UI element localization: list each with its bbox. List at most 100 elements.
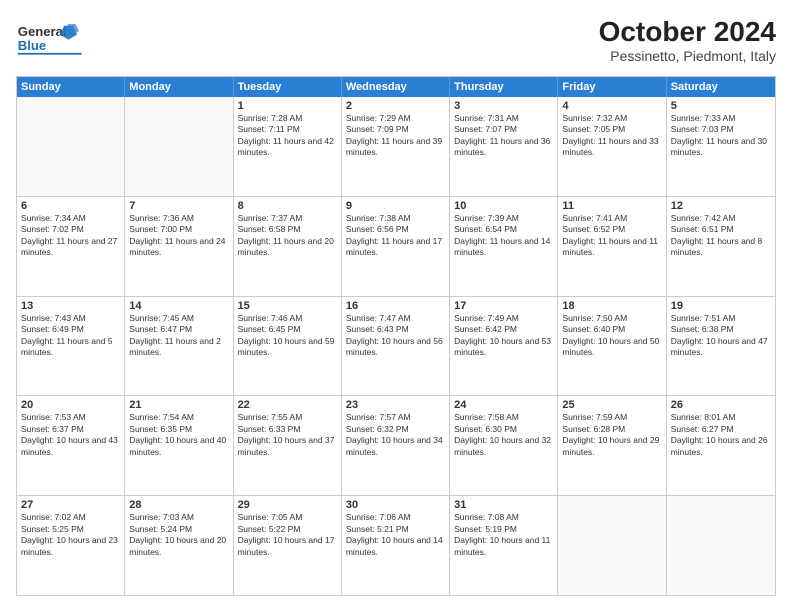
day-number: 5 <box>671 100 771 112</box>
day-info: Sunrise: 7:58 AMSunset: 6:30 PMDaylight:… <box>454 412 553 458</box>
calendar-week-1: 1Sunrise: 7:28 AMSunset: 7:11 PMDaylight… <box>17 97 775 196</box>
calendar-cell: 29Sunrise: 7:05 AMSunset: 5:22 PMDayligh… <box>234 496 342 595</box>
title-area: October 2024 Pessinetto, Piedmont, Italy <box>599 16 776 64</box>
calendar-cell: 5Sunrise: 7:33 AMSunset: 7:03 PMDaylight… <box>667 97 775 196</box>
day-number: 1 <box>238 100 337 112</box>
day-number: 13 <box>21 300 120 312</box>
calendar-cell: 30Sunrise: 7:06 AMSunset: 5:21 PMDayligh… <box>342 496 450 595</box>
header: General Blue October 2024 Pessinetto, Pi… <box>16 16 776 66</box>
day-info: Sunrise: 7:57 AMSunset: 6:32 PMDaylight:… <box>346 412 445 458</box>
day-number: 17 <box>454 300 553 312</box>
day-number: 14 <box>129 300 228 312</box>
day-info: Sunrise: 8:01 AMSunset: 6:27 PMDaylight:… <box>671 412 771 458</box>
calendar-cell: 3Sunrise: 7:31 AMSunset: 7:07 PMDaylight… <box>450 97 558 196</box>
day-number: 22 <box>238 399 337 411</box>
calendar-cell: 1Sunrise: 7:28 AMSunset: 7:11 PMDaylight… <box>234 97 342 196</box>
day-info: Sunrise: 7:02 AMSunset: 5:25 PMDaylight:… <box>21 512 120 558</box>
calendar-cell <box>558 496 666 595</box>
svg-text:Blue: Blue <box>18 38 46 53</box>
calendar-header: SundayMondayTuesdayWednesdayThursdayFrid… <box>17 77 775 97</box>
day-number: 9 <box>346 200 445 212</box>
day-info: Sunrise: 7:39 AMSunset: 6:54 PMDaylight:… <box>454 213 553 259</box>
calendar-cell <box>17 97 125 196</box>
calendar-cell: 31Sunrise: 7:08 AMSunset: 5:19 PMDayligh… <box>450 496 558 595</box>
day-number: 16 <box>346 300 445 312</box>
day-info: Sunrise: 7:31 AMSunset: 7:07 PMDaylight:… <box>454 113 553 159</box>
calendar-cell: 13Sunrise: 7:43 AMSunset: 6:49 PMDayligh… <box>17 297 125 396</box>
calendar-body: 1Sunrise: 7:28 AMSunset: 7:11 PMDaylight… <box>17 97 775 595</box>
day-info: Sunrise: 7:51 AMSunset: 6:38 PMDaylight:… <box>671 313 771 359</box>
calendar-cell: 2Sunrise: 7:29 AMSunset: 7:09 PMDaylight… <box>342 97 450 196</box>
calendar-cell <box>667 496 775 595</box>
day-info: Sunrise: 7:54 AMSunset: 6:35 PMDaylight:… <box>129 412 228 458</box>
header-day-saturday: Saturday <box>667 77 775 97</box>
day-number: 11 <box>562 200 661 212</box>
day-info: Sunrise: 7:34 AMSunset: 7:02 PMDaylight:… <box>21 213 120 259</box>
day-info: Sunrise: 7:03 AMSunset: 5:24 PMDaylight:… <box>129 512 228 558</box>
day-number: 8 <box>238 200 337 212</box>
logo: General Blue <box>16 16 86 66</box>
day-number: 19 <box>671 300 771 312</box>
header-day-friday: Friday <box>558 77 666 97</box>
day-info: Sunrise: 7:55 AMSunset: 6:33 PMDaylight:… <box>238 412 337 458</box>
day-number: 24 <box>454 399 553 411</box>
day-info: Sunrise: 7:36 AMSunset: 7:00 PMDaylight:… <box>129 213 228 259</box>
day-number: 21 <box>129 399 228 411</box>
calendar-week-5: 27Sunrise: 7:02 AMSunset: 5:25 PMDayligh… <box>17 495 775 595</box>
page: General Blue October 2024 Pessinetto, Pi… <box>0 0 792 612</box>
calendar-cell: 28Sunrise: 7:03 AMSunset: 5:24 PMDayligh… <box>125 496 233 595</box>
day-info: Sunrise: 7:53 AMSunset: 6:37 PMDaylight:… <box>21 412 120 458</box>
day-info: Sunrise: 7:06 AMSunset: 5:21 PMDaylight:… <box>346 512 445 558</box>
header-day-sunday: Sunday <box>17 77 125 97</box>
day-number: 12 <box>671 200 771 212</box>
day-info: Sunrise: 7:38 AMSunset: 6:56 PMDaylight:… <box>346 213 445 259</box>
calendar-cell: 10Sunrise: 7:39 AMSunset: 6:54 PMDayligh… <box>450 197 558 296</box>
page-title: October 2024 <box>599 16 776 48</box>
day-number: 25 <box>562 399 661 411</box>
day-number: 10 <box>454 200 553 212</box>
calendar-cell: 7Sunrise: 7:36 AMSunset: 7:00 PMDaylight… <box>125 197 233 296</box>
header-day-wednesday: Wednesday <box>342 77 450 97</box>
calendar-cell: 20Sunrise: 7:53 AMSunset: 6:37 PMDayligh… <box>17 396 125 495</box>
day-number: 6 <box>21 200 120 212</box>
day-number: 20 <box>21 399 120 411</box>
calendar-week-2: 6Sunrise: 7:34 AMSunset: 7:02 PMDaylight… <box>17 196 775 296</box>
day-info: Sunrise: 7:42 AMSunset: 6:51 PMDaylight:… <box>671 213 771 259</box>
day-number: 3 <box>454 100 553 112</box>
calendar-cell: 27Sunrise: 7:02 AMSunset: 5:25 PMDayligh… <box>17 496 125 595</box>
calendar-cell <box>125 97 233 196</box>
calendar-cell: 14Sunrise: 7:45 AMSunset: 6:47 PMDayligh… <box>125 297 233 396</box>
day-number: 15 <box>238 300 337 312</box>
day-number: 31 <box>454 499 553 511</box>
calendar-cell: 22Sunrise: 7:55 AMSunset: 6:33 PMDayligh… <box>234 396 342 495</box>
day-number: 7 <box>129 200 228 212</box>
day-number: 30 <box>346 499 445 511</box>
day-number: 26 <box>671 399 771 411</box>
day-info: Sunrise: 7:05 AMSunset: 5:22 PMDaylight:… <box>238 512 337 558</box>
header-day-tuesday: Tuesday <box>234 77 342 97</box>
calendar: SundayMondayTuesdayWednesdayThursdayFrid… <box>16 76 776 596</box>
day-number: 2 <box>346 100 445 112</box>
day-info: Sunrise: 7:28 AMSunset: 7:11 PMDaylight:… <box>238 113 337 159</box>
day-info: Sunrise: 7:43 AMSunset: 6:49 PMDaylight:… <box>21 313 120 359</box>
calendar-cell: 6Sunrise: 7:34 AMSunset: 7:02 PMDaylight… <box>17 197 125 296</box>
day-number: 28 <box>129 499 228 511</box>
day-info: Sunrise: 7:08 AMSunset: 5:19 PMDaylight:… <box>454 512 553 558</box>
calendar-cell: 25Sunrise: 7:59 AMSunset: 6:28 PMDayligh… <box>558 396 666 495</box>
day-info: Sunrise: 7:32 AMSunset: 7:05 PMDaylight:… <box>562 113 661 159</box>
day-info: Sunrise: 7:59 AMSunset: 6:28 PMDaylight:… <box>562 412 661 458</box>
calendar-cell: 19Sunrise: 7:51 AMSunset: 6:38 PMDayligh… <box>667 297 775 396</box>
logo-image: General Blue <box>16 16 86 66</box>
day-info: Sunrise: 7:49 AMSunset: 6:42 PMDaylight:… <box>454 313 553 359</box>
day-info: Sunrise: 7:29 AMSunset: 7:09 PMDaylight:… <box>346 113 445 159</box>
day-info: Sunrise: 7:46 AMSunset: 6:45 PMDaylight:… <box>238 313 337 359</box>
calendar-cell: 23Sunrise: 7:57 AMSunset: 6:32 PMDayligh… <box>342 396 450 495</box>
day-number: 27 <box>21 499 120 511</box>
day-info: Sunrise: 7:33 AMSunset: 7:03 PMDaylight:… <box>671 113 771 159</box>
page-subtitle: Pessinetto, Piedmont, Italy <box>599 48 776 64</box>
day-info: Sunrise: 7:50 AMSunset: 6:40 PMDaylight:… <box>562 313 661 359</box>
calendar-cell: 21Sunrise: 7:54 AMSunset: 6:35 PMDayligh… <box>125 396 233 495</box>
header-day-monday: Monday <box>125 77 233 97</box>
calendar-cell: 11Sunrise: 7:41 AMSunset: 6:52 PMDayligh… <box>558 197 666 296</box>
calendar-cell: 15Sunrise: 7:46 AMSunset: 6:45 PMDayligh… <box>234 297 342 396</box>
